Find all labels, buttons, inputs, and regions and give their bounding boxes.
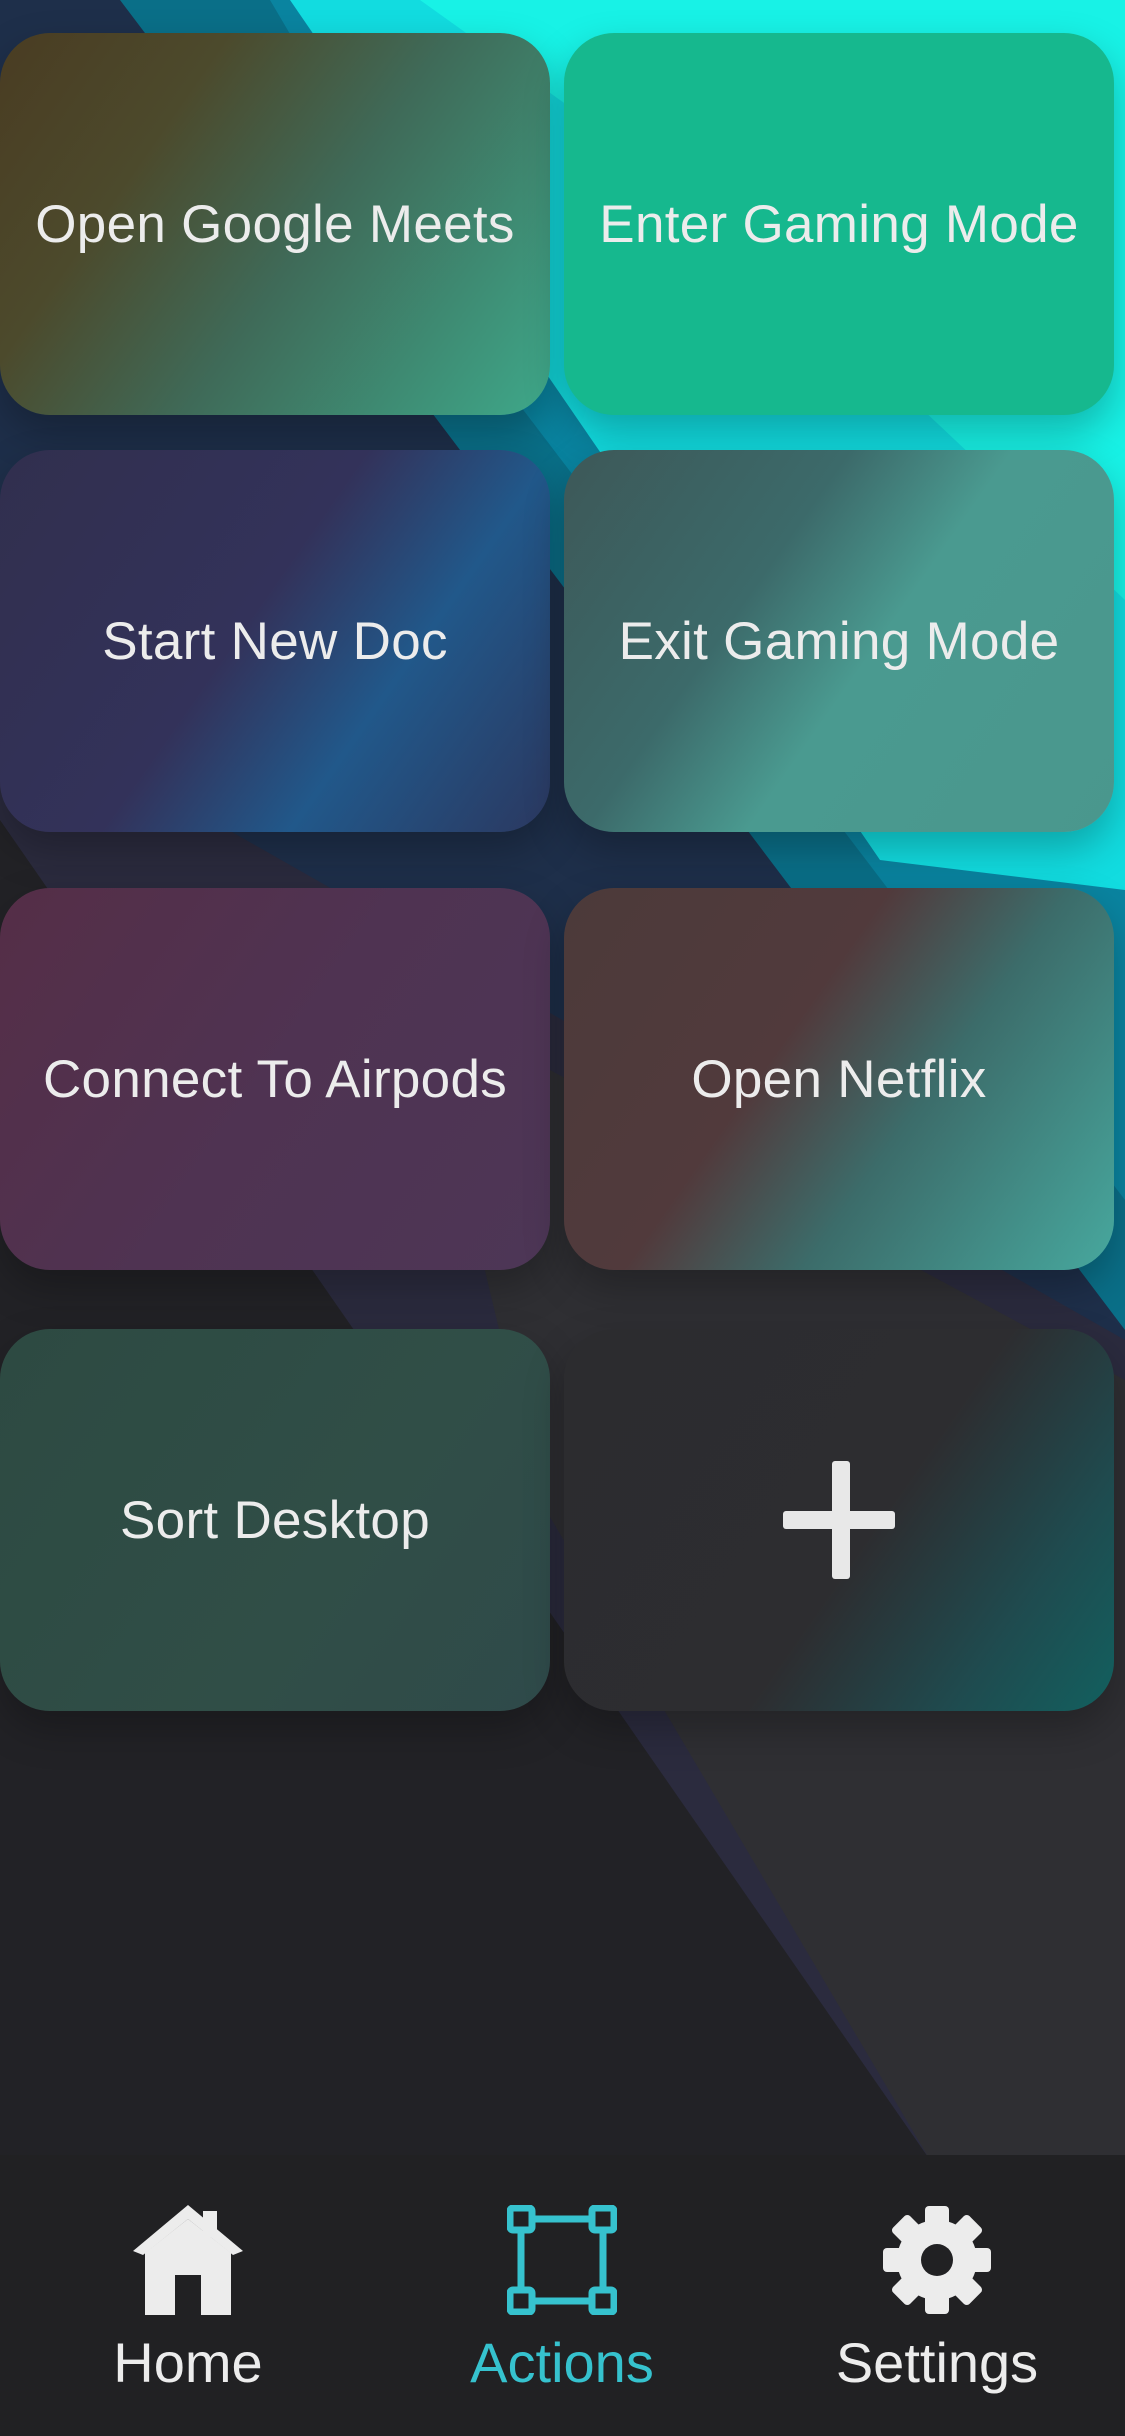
actions-grid: Open Google Meets Enter Gaming Mode Star… [0,0,1125,2160]
action-tile-start-new-doc[interactable]: Start New Doc [0,450,550,832]
action-tile-enter-gaming-mode[interactable]: Enter Gaming Mode [564,33,1114,415]
add-action-button[interactable] [564,1329,1114,1711]
nav-item-home[interactable]: Home [38,2205,338,2405]
action-tile-open-google-meets[interactable]: Open Google Meets [0,33,550,415]
nav-item-settings[interactable]: Settings [787,2205,1087,2405]
nav-item-actions[interactable]: Actions [412,2205,712,2405]
nav-label-settings: Settings [835,2331,1039,2394]
nav-label-home: Home [113,2331,263,2394]
home-icon [133,2205,243,2315]
action-tile-open-netflix[interactable]: Open Netflix [564,888,1114,1270]
nav-label-actions: Actions [470,2331,654,2394]
tile-label: Enter Gaming Mode [599,194,1079,254]
tile-label: Exit Gaming Mode [618,611,1060,671]
action-tile-exit-gaming-mode[interactable]: Exit Gaming Mode [564,450,1114,832]
plus-icon [783,1461,895,1579]
tile-label: Start New Doc [102,611,448,671]
tile-label: Connect To Airpods [42,1049,508,1109]
actions-icon [507,2205,617,2315]
app-screen: Open Google Meets Enter Gaming Mode Star… [0,0,1125,2436]
action-tile-connect-to-airpods[interactable]: Connect To Airpods [0,888,550,1270]
tile-label: Open Netflix [691,1049,987,1109]
gear-icon [883,2206,991,2314]
tile-label: Sort Desktop [120,1490,430,1550]
bottom-navigation: Home Actions Settings [0,2155,1125,2436]
tile-label: Open Google Meets [35,194,515,254]
action-tile-sort-desktop[interactable]: Sort Desktop [0,1329,550,1711]
